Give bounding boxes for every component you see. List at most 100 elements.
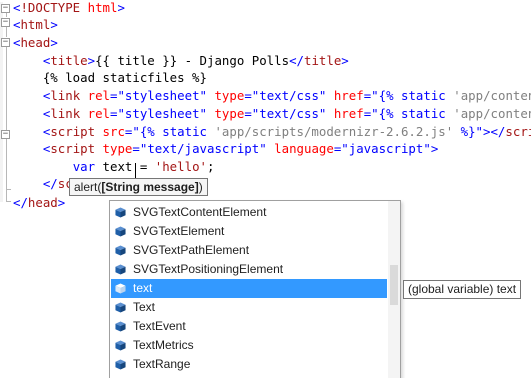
cube-icon [115,226,126,237]
code-token: = [132,141,140,156]
completion-item-label: Text [133,300,156,314]
fold-toggle-icon[interactable]: − [1,4,10,13]
code-token: ; [206,159,215,174]
code-token: 'app/content/bo [453,88,531,103]
fold-toggle-icon[interactable]: − [1,38,10,47]
cube-icon [115,359,126,370]
completion-item-label: SVGTextPositioningElement [133,262,284,276]
code-token: type [207,106,245,121]
code-token: "{% static [132,124,215,139]
code-line[interactable]: {% load staticfiles %} [13,69,207,87]
completion-item[interactable]: SVGTextPositioningElement [111,260,387,279]
fold-toggle-icon[interactable]: − [1,18,10,27]
completion-item[interactable]: TextEvent [111,317,387,336]
parameter-info-tooltip: alert([String message]) [69,178,208,196]
code-token: title [50,53,88,68]
code-line[interactable]: <head> [13,34,58,52]
code-token: </ [13,195,28,210]
code-token: type [207,88,245,103]
code-token: > [50,35,58,50]
cube-icon [115,207,126,218]
param-tip-param: [String message] [101,180,199,194]
code-token: language [266,141,334,156]
fold-rail [6,47,7,157]
cube-icon [115,264,126,275]
completion-item[interactable]: SVGTextElement [111,222,387,241]
code-token: html [20,17,51,32]
completion-item-label: TextMetrics [133,338,194,352]
code-line[interactable]: <html> [13,16,58,34]
code-token: script [505,124,531,139]
code-token: head [20,35,51,50]
code-token: {{ title }} - Django Polls [95,53,290,68]
code-token: </ [289,53,304,68]
completion-item-label: TextRange [133,357,191,371]
code-token: var [72,159,96,174]
cube-icon [115,245,126,256]
code-token: html [87,0,118,15]
code-line[interactable]: <script type="text/javascript" language=… [13,140,438,158]
code-editor[interactable]: − − − − <!DOCTYPE html> <html> <head> <tit… [0,0,531,378]
code-line[interactable]: var text = 'hello'; [13,158,215,176]
code-token: href [326,106,364,121]
code-token: > [50,17,58,32]
completion-item[interactable]: TextMetrics [111,336,387,355]
code-token: "text/css" [251,106,327,121]
code-token: head [27,195,58,210]
completion-scrollbar[interactable] [388,201,400,378]
text-caret [135,163,136,178]
cube-icon [115,340,126,351]
code-token: = [244,88,252,103]
code-token: rel [80,106,110,121]
code-token: !DOCTYPE [20,0,88,15]
completion-item-label: SVGTextPathElement [133,243,250,257]
code-token: </ [42,176,58,191]
code-token: ></ [483,124,506,139]
completion-item[interactable]: text [111,279,387,298]
code-line[interactable]: <link rel="stylesheet" type="text/css" h… [13,105,531,123]
code-token: 'app/scripts/modernizr-2.6.2.js' [214,124,454,139]
code-token: > [430,141,439,156]
code-token: "{% static [371,106,454,121]
completion-list[interactable]: SVGTextContentElement SVGTextElement SVGTe… [109,200,401,378]
param-tip-prefix: alert( [74,180,102,194]
code-line[interactable]: <title>{{ title }} - Django Polls</title… [13,52,349,70]
code-token: type [95,141,133,156]
completion-tooltip: (global variable) text [403,280,522,299]
fold-rail [6,27,7,37]
code-token: > [87,53,96,68]
code-token: "{% static [371,88,454,103]
completion-item[interactable]: SVGTextContentElement [111,203,387,222]
scrollbar-thumb[interactable] [390,265,398,305]
completion-item-label: TextEvent [133,319,186,333]
completion-item[interactable]: TextRange [111,355,387,374]
code-token: "stylesheet" [117,88,207,103]
code-token: > [57,195,66,210]
code-token: "text/javascript" [139,141,267,156]
code-token: script [50,141,96,156]
code-token: 'app/content/si [453,106,531,121]
completion-item[interactable]: Text [111,298,387,317]
code-line[interactable]: </sc [13,175,73,193]
code-line[interactable]: </head> [13,194,65,212]
code-token: "javascript" [341,141,431,156]
completion-item[interactable]: SVGTextPathElement [111,241,387,260]
code-token: script [50,124,96,139]
code-line[interactable]: <link rel="stylesheet" type="text/css" h… [13,87,531,105]
cube-icon [115,302,126,313]
code-line[interactable]: <script src="{% static 'app/scripts/mode… [13,123,531,141]
code-line[interactable]: <!DOCTYPE html> [13,0,125,17]
fold-rail [6,157,7,202]
fold-toggle-icon[interactable]: − [1,130,10,139]
code-token: rel [80,88,110,103]
completion-item-label: SVGTextContentElement [133,205,267,219]
code-token: 'hello' [154,159,207,174]
